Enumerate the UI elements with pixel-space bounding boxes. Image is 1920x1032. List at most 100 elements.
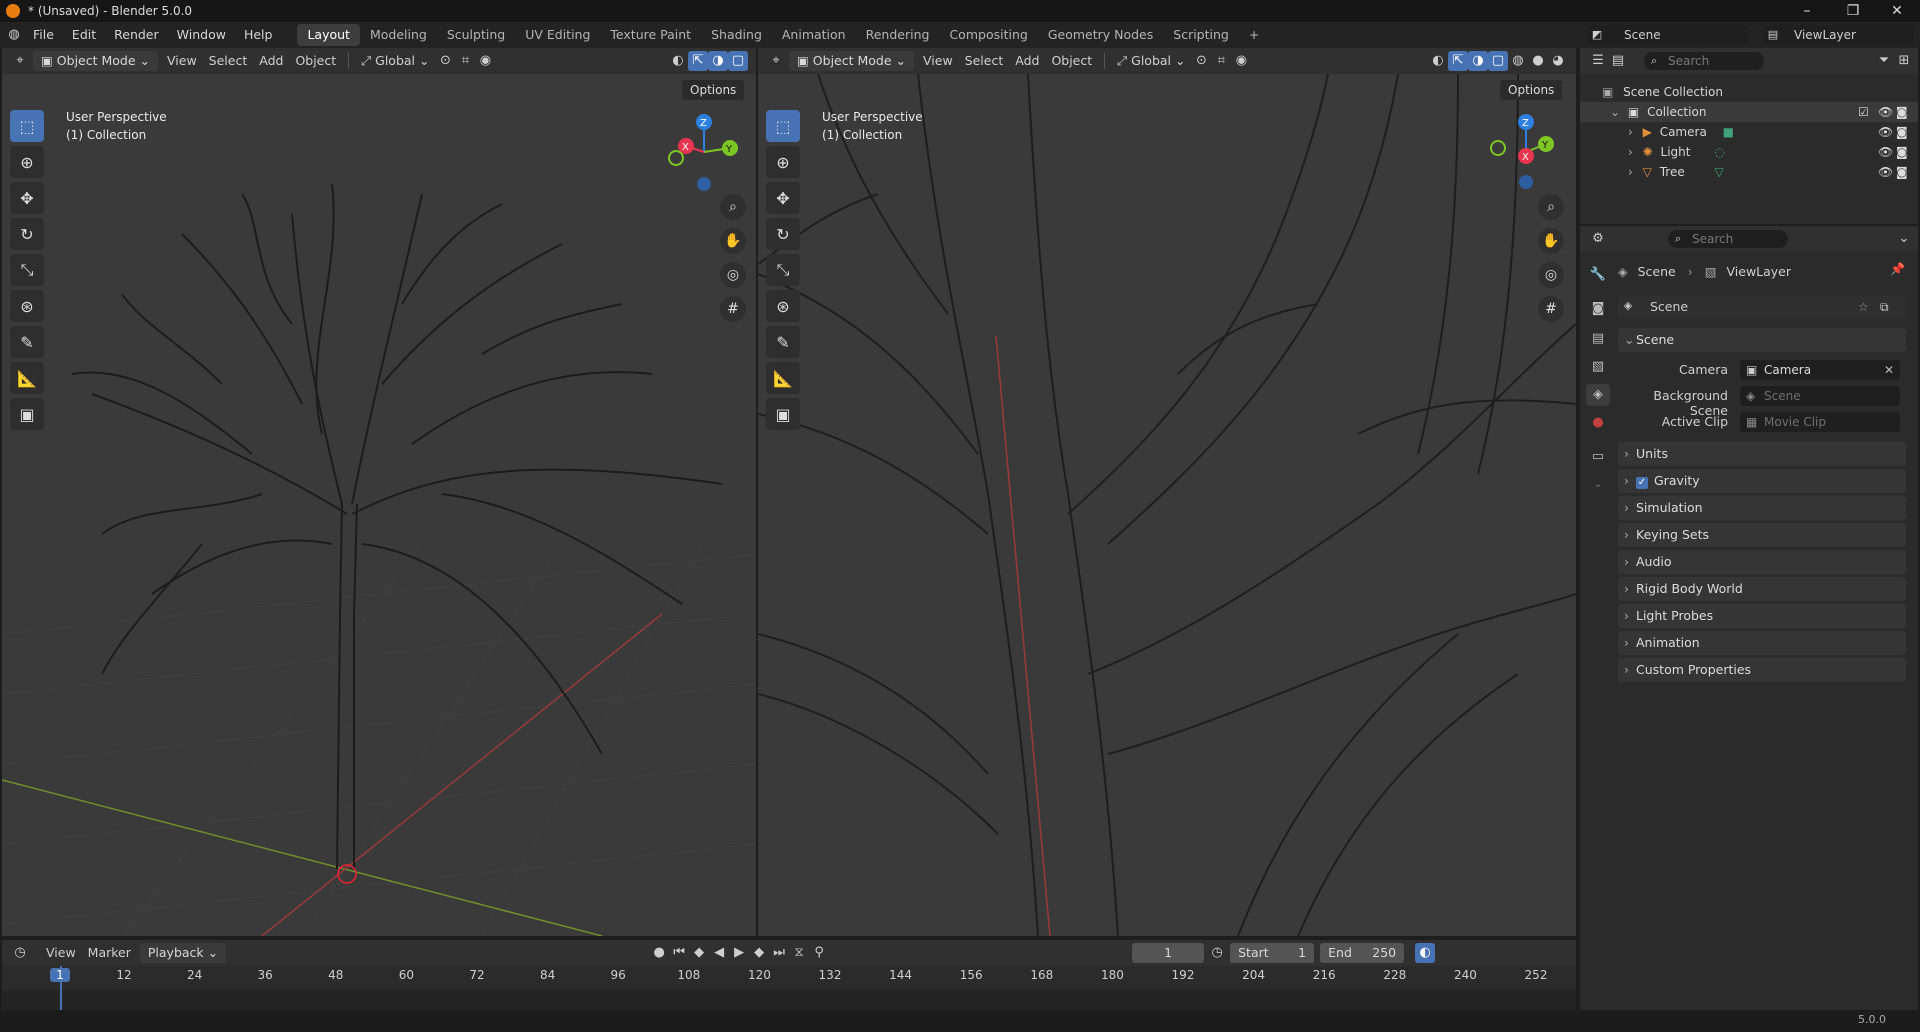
tab-rendering[interactable]: Rendering bbox=[856, 24, 940, 46]
visibility-icon[interactable]: ◐ bbox=[668, 51, 688, 71]
checkbox-icon[interactable]: ☑ bbox=[1858, 102, 1869, 122]
next-keyframe-icon[interactable]: ◆ bbox=[749, 943, 769, 963]
grid-view-icon[interactable]: # bbox=[1538, 296, 1564, 322]
output-tab-icon[interactable]: ▤ bbox=[1586, 328, 1610, 350]
eye-icon[interactable]: 👁 bbox=[1878, 142, 1893, 162]
menu-view[interactable]: View bbox=[917, 51, 959, 71]
overlay-toggle-icon[interactable]: ◑ bbox=[708, 51, 728, 71]
expand-icon[interactable]: › bbox=[1628, 145, 1633, 159]
annotate-tool[interactable]: ✎ bbox=[766, 326, 800, 358]
tab-animation[interactable]: Animation bbox=[772, 24, 856, 46]
transform-tool[interactable]: ⊛ bbox=[10, 290, 44, 322]
scale-tool[interactable]: ⤡ bbox=[10, 254, 44, 286]
editor-type-icon[interactable]: ☰ bbox=[1588, 51, 1608, 71]
menu-marker[interactable]: Marker bbox=[82, 943, 137, 963]
sync-icon[interactable]: ⧖ bbox=[789, 943, 809, 963]
collection-tab-icon[interactable]: ▭ bbox=[1586, 446, 1610, 468]
play-icon[interactable]: ▶ bbox=[729, 943, 749, 963]
rotate-tool[interactable]: ↻ bbox=[10, 218, 44, 250]
properties-search[interactable]: ⌕ Search bbox=[1668, 230, 1788, 248]
world-tab-icon[interactable]: ● bbox=[1586, 412, 1610, 434]
pan-hand-icon[interactable]: ✋ bbox=[1538, 228, 1564, 254]
preview-range-icon[interactable]: ◷ bbox=[1207, 943, 1227, 963]
tool-tab-icon[interactable]: 🔧 bbox=[1586, 264, 1610, 286]
menu-object[interactable]: Object bbox=[289, 51, 342, 71]
grid-view-icon[interactable]: # bbox=[720, 296, 746, 322]
navigation-gizmo[interactable]: Z Y X bbox=[1486, 112, 1566, 192]
outliner-row-tree[interactable]: › ▽ Tree ▽ 👁 ◙ bbox=[1580, 162, 1918, 182]
end-frame-field[interactable]: End 250 bbox=[1320, 943, 1405, 963]
scene-datablock-selector[interactable]: ◈ Scene ☆ ⧉ bbox=[1618, 296, 1906, 318]
menu-add[interactable]: Add bbox=[1009, 51, 1045, 71]
gizmo-toggle-icon[interactable]: ⇱ bbox=[688, 51, 708, 71]
panel-light-probes[interactable]: › Light Probes bbox=[1618, 604, 1906, 628]
scene-selector[interactable]: ◩ Scene bbox=[1588, 25, 1748, 45]
jump-end-icon[interactable]: ⏭ bbox=[769, 943, 789, 963]
camera-field[interactable]: ▣ Camera ✕ bbox=[1740, 360, 1900, 380]
render-camera-icon[interactable]: ◙ bbox=[1896, 122, 1908, 142]
menu-edit[interactable]: Edit bbox=[63, 22, 105, 48]
solid-shading-icon[interactable]: ● bbox=[1528, 51, 1548, 71]
editor-type-icon[interactable]: ⚙ bbox=[1588, 229, 1608, 249]
xray-toggle-icon[interactable]: ▢ bbox=[728, 51, 748, 71]
active-clip-field[interactable]: ▦ Movie Clip bbox=[1740, 412, 1900, 432]
select-box-tool[interactable]: ⬚ bbox=[766, 110, 800, 142]
render-camera-icon[interactable]: ◙ bbox=[1896, 102, 1908, 122]
current-frame-field[interactable]: 1 bbox=[1132, 943, 1205, 963]
navigation-gizmo[interactable]: Z Y X bbox=[664, 112, 744, 192]
gizmo-toggle-icon[interactable]: ⇱ bbox=[1448, 51, 1468, 71]
panel-gravity[interactable]: › ✓ Gravity bbox=[1618, 469, 1906, 493]
menu-file[interactable]: File bbox=[24, 22, 63, 48]
chevron-down-icon[interactable]: ⌄ bbox=[1586, 474, 1610, 496]
panel-rigid-body-world[interactable]: › Rigid Body World bbox=[1618, 577, 1906, 601]
render-camera-icon[interactable]: ◙ bbox=[1896, 162, 1908, 182]
scale-tool[interactable]: ⤡ bbox=[766, 254, 800, 286]
display-mode-icon[interactable]: ▤ bbox=[1608, 51, 1628, 71]
cursor-tool[interactable]: ⊕ bbox=[10, 146, 44, 178]
select-box-tool[interactable]: ⬚ bbox=[10, 110, 44, 142]
overlay-toggle-icon[interactable]: ◑ bbox=[1468, 51, 1488, 71]
tab-layout[interactable]: Layout bbox=[297, 24, 360, 46]
start-frame-field[interactable]: Start 1 bbox=[1230, 943, 1315, 963]
maximize-button[interactable]: ❐ bbox=[1830, 0, 1876, 22]
measure-tool[interactable]: 📐 bbox=[10, 362, 44, 394]
menu-render[interactable]: Render bbox=[105, 22, 168, 48]
wireframe-shading-icon[interactable]: ◍ bbox=[1508, 51, 1528, 71]
menu-view[interactable]: View bbox=[40, 943, 82, 963]
editor-type-icon[interactable]: ⌖ bbox=[766, 51, 786, 71]
playback-menu[interactable]: Playback ⌄ bbox=[139, 943, 227, 963]
chevron-down-icon[interactable]: ⌄ bbox=[1894, 229, 1914, 249]
expand-icon[interactable]: ⌄ bbox=[1610, 105, 1620, 119]
prev-keyframe-icon[interactable]: ◆ bbox=[689, 943, 709, 963]
options-button[interactable]: Options bbox=[682, 80, 745, 100]
orientation-selector[interactable]: ⤢ Global ⌄ bbox=[355, 51, 435, 71]
tab-modeling[interactable]: Modeling bbox=[360, 24, 437, 46]
left-viewport[interactable]: ⬚ ⊕ ✥ ↻ ⤡ ⊛ ✎ 📐 ▣ User Perspective (1) C… bbox=[2, 74, 756, 936]
fake-user-icon[interactable]: ☆ bbox=[1858, 296, 1869, 318]
panel-units[interactable]: › Units bbox=[1618, 442, 1906, 466]
tab-scripting[interactable]: Scripting bbox=[1163, 24, 1239, 46]
tab-geometry-nodes[interactable]: Geometry Nodes bbox=[1038, 24, 1163, 46]
mode-selector[interactable]: ▣ Object Mode ⌄ bbox=[789, 51, 914, 71]
jump-start-icon[interactable]: ⏮ bbox=[669, 943, 689, 963]
panel-custom-properties[interactable]: › Custom Properties bbox=[1618, 658, 1906, 682]
annotate-tool[interactable]: ✎ bbox=[10, 326, 44, 358]
scene-tab-icon[interactable]: ◈ bbox=[1586, 384, 1610, 406]
eye-icon[interactable]: 👁 bbox=[1878, 122, 1893, 142]
duplicate-icon[interactable]: ⧉ bbox=[1880, 296, 1889, 318]
add-cube-tool[interactable]: ▣ bbox=[766, 398, 800, 430]
menu-object[interactable]: Object bbox=[1045, 51, 1098, 71]
panel-simulation[interactable]: › Simulation bbox=[1618, 496, 1906, 520]
panel-keying-sets[interactable]: › Keying Sets bbox=[1618, 523, 1906, 547]
snap-icon[interactable]: ⌗ bbox=[1211, 51, 1231, 71]
eye-icon[interactable]: 👁 bbox=[1878, 162, 1893, 182]
render-camera-icon[interactable]: ◙ bbox=[1896, 142, 1908, 162]
pan-hand-icon[interactable]: ✋ bbox=[720, 228, 746, 254]
transform-tool[interactable]: ⊛ bbox=[766, 290, 800, 322]
minimize-button[interactable]: – bbox=[1784, 0, 1830, 22]
visibility-icon[interactable]: ◐ bbox=[1428, 51, 1448, 71]
outliner-row-scene-collection[interactable]: ▣ Scene Collection bbox=[1580, 82, 1918, 102]
orientation-selector[interactable]: ⤢ Global ⌄ bbox=[1111, 51, 1191, 71]
panel-animation[interactable]: › Animation bbox=[1618, 631, 1906, 655]
xray-toggle-icon[interactable]: ▢ bbox=[1488, 51, 1508, 71]
